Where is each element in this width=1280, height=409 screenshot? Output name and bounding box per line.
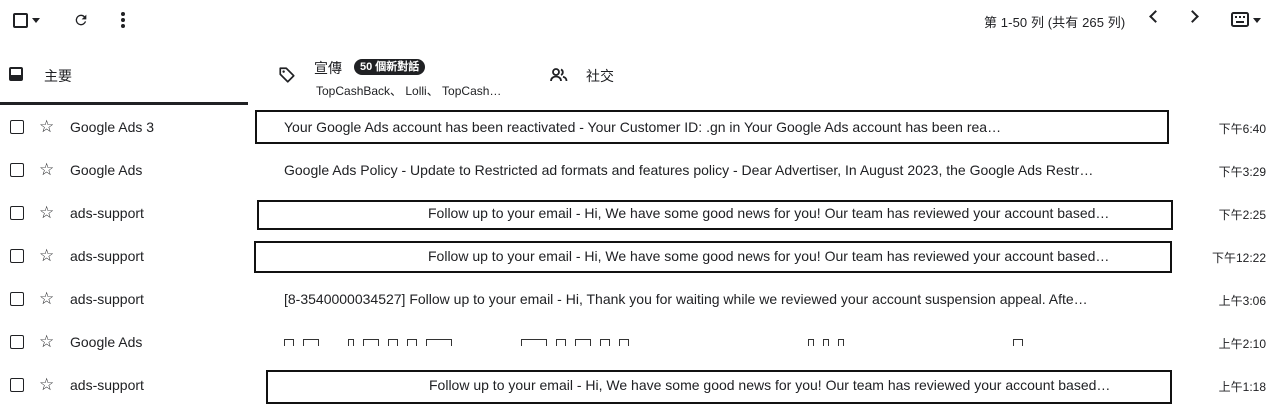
tab-primary[interactable]: 主要 (0, 46, 250, 105)
new-conversations-badge: 50 個新對話 (354, 59, 426, 75)
more-options-button[interactable] (112, 8, 134, 32)
row-checkbox[interactable] (10, 292, 24, 306)
highlight-box (254, 241, 1172, 273)
sender: ads-support (70, 377, 144, 393)
row-checkbox[interactable] (10, 163, 24, 177)
older-page-button[interactable] (1186, 10, 1199, 23)
caret-down-icon (1253, 17, 1261, 23)
star-icon[interactable]: ☆ (39, 117, 54, 137)
email-row[interactable]: ☆ ads-support Follow up to your email - … (0, 235, 1280, 278)
sender: Google Ads 3 (70, 119, 155, 135)
tab-promotions-senders: TopCashBack、 Lolli、 TopCash… (316, 84, 502, 98)
toolbar: 第 1-50 列 (共有 265 列) (0, 0, 1280, 42)
active-tab-indicator (0, 102, 248, 105)
email-row[interactable]: ☆ Google Ads 3 Your Google Ads account h… (0, 106, 1280, 149)
sender: ads-support (70, 291, 144, 307)
pager-text: 第 1-50 列 (共有 265 列) (984, 15, 1126, 30)
time: 上午3:06 (1218, 294, 1266, 308)
row-checkbox[interactable] (10, 206, 24, 220)
select-all-button[interactable] (9, 8, 43, 32)
subject: Google Ads Policy - Update to Restricted… (284, 162, 1094, 178)
caret-down-icon (31, 17, 40, 23)
time: 上午2:10 (1218, 337, 1266, 351)
sender: ads-support (70, 205, 144, 221)
row-checkbox[interactable] (10, 378, 24, 392)
star-icon[interactable]: ☆ (39, 332, 54, 352)
email-row[interactable]: ☆ ads-support Follow up to your email - … (0, 192, 1280, 235)
tab-social[interactable]: 社交 (540, 46, 780, 104)
sender: Google Ads (70, 162, 143, 178)
row-checkbox[interactable] (10, 335, 24, 349)
time: 下午3:29 (1218, 165, 1266, 179)
star-icon[interactable]: ☆ (39, 375, 54, 395)
tab-promotions-label: 宣傳 (314, 60, 342, 76)
time: 下午2:25 (1218, 208, 1266, 222)
star-icon[interactable]: ☆ (39, 289, 54, 309)
highlight-box (255, 110, 1169, 144)
tab-social-label: 社交 (586, 68, 614, 84)
newer-page-button[interactable] (1149, 10, 1162, 23)
highlight-box (266, 370, 1172, 404)
star-icon[interactable]: ☆ (39, 160, 54, 180)
highlight-box (257, 200, 1173, 230)
keyboard-icon (1231, 12, 1249, 27)
star-icon[interactable]: ☆ (39, 203, 54, 223)
email-row[interactable]: ☆ Google Ads Google Ads Policy - Update … (0, 149, 1280, 192)
sender: ads-support (70, 248, 144, 264)
tab-primary-label: 主要 (44, 68, 72, 84)
inbox-icon (9, 67, 23, 81)
people-icon (550, 68, 568, 82)
more-vert-icon (121, 12, 125, 28)
email-row[interactable]: ☆ Google Ads 上午2:10 (0, 321, 1280, 364)
time: 下午6:40 (1218, 122, 1266, 136)
refresh-icon (75, 14, 87, 26)
checkbox-icon (12, 12, 28, 28)
redacted-subject (284, 339, 1032, 347)
time: 下午12:22 (1211, 251, 1266, 265)
refresh-button[interactable] (70, 8, 92, 32)
star-icon[interactable]: ☆ (39, 246, 54, 266)
time: 上午1:18 (1218, 380, 1266, 394)
input-tools-button[interactable] (1226, 8, 1266, 32)
row-checkbox[interactable] (10, 249, 24, 263)
category-tabs: 主要 宣傳 50 個新對話 TopCashBack、 Lolli、 TopCas… (0, 46, 1280, 106)
tag-icon (279, 67, 295, 83)
row-checkbox[interactable] (10, 120, 24, 134)
email-row[interactable]: ☆ ads-support [8-3540000034527] Follow u… (0, 278, 1280, 321)
subject: [8-3540000034527] Follow up to your emai… (284, 291, 1088, 307)
email-row[interactable]: ☆ ads-support Follow up to your email - … (0, 364, 1280, 407)
sender: Google Ads (70, 334, 143, 350)
